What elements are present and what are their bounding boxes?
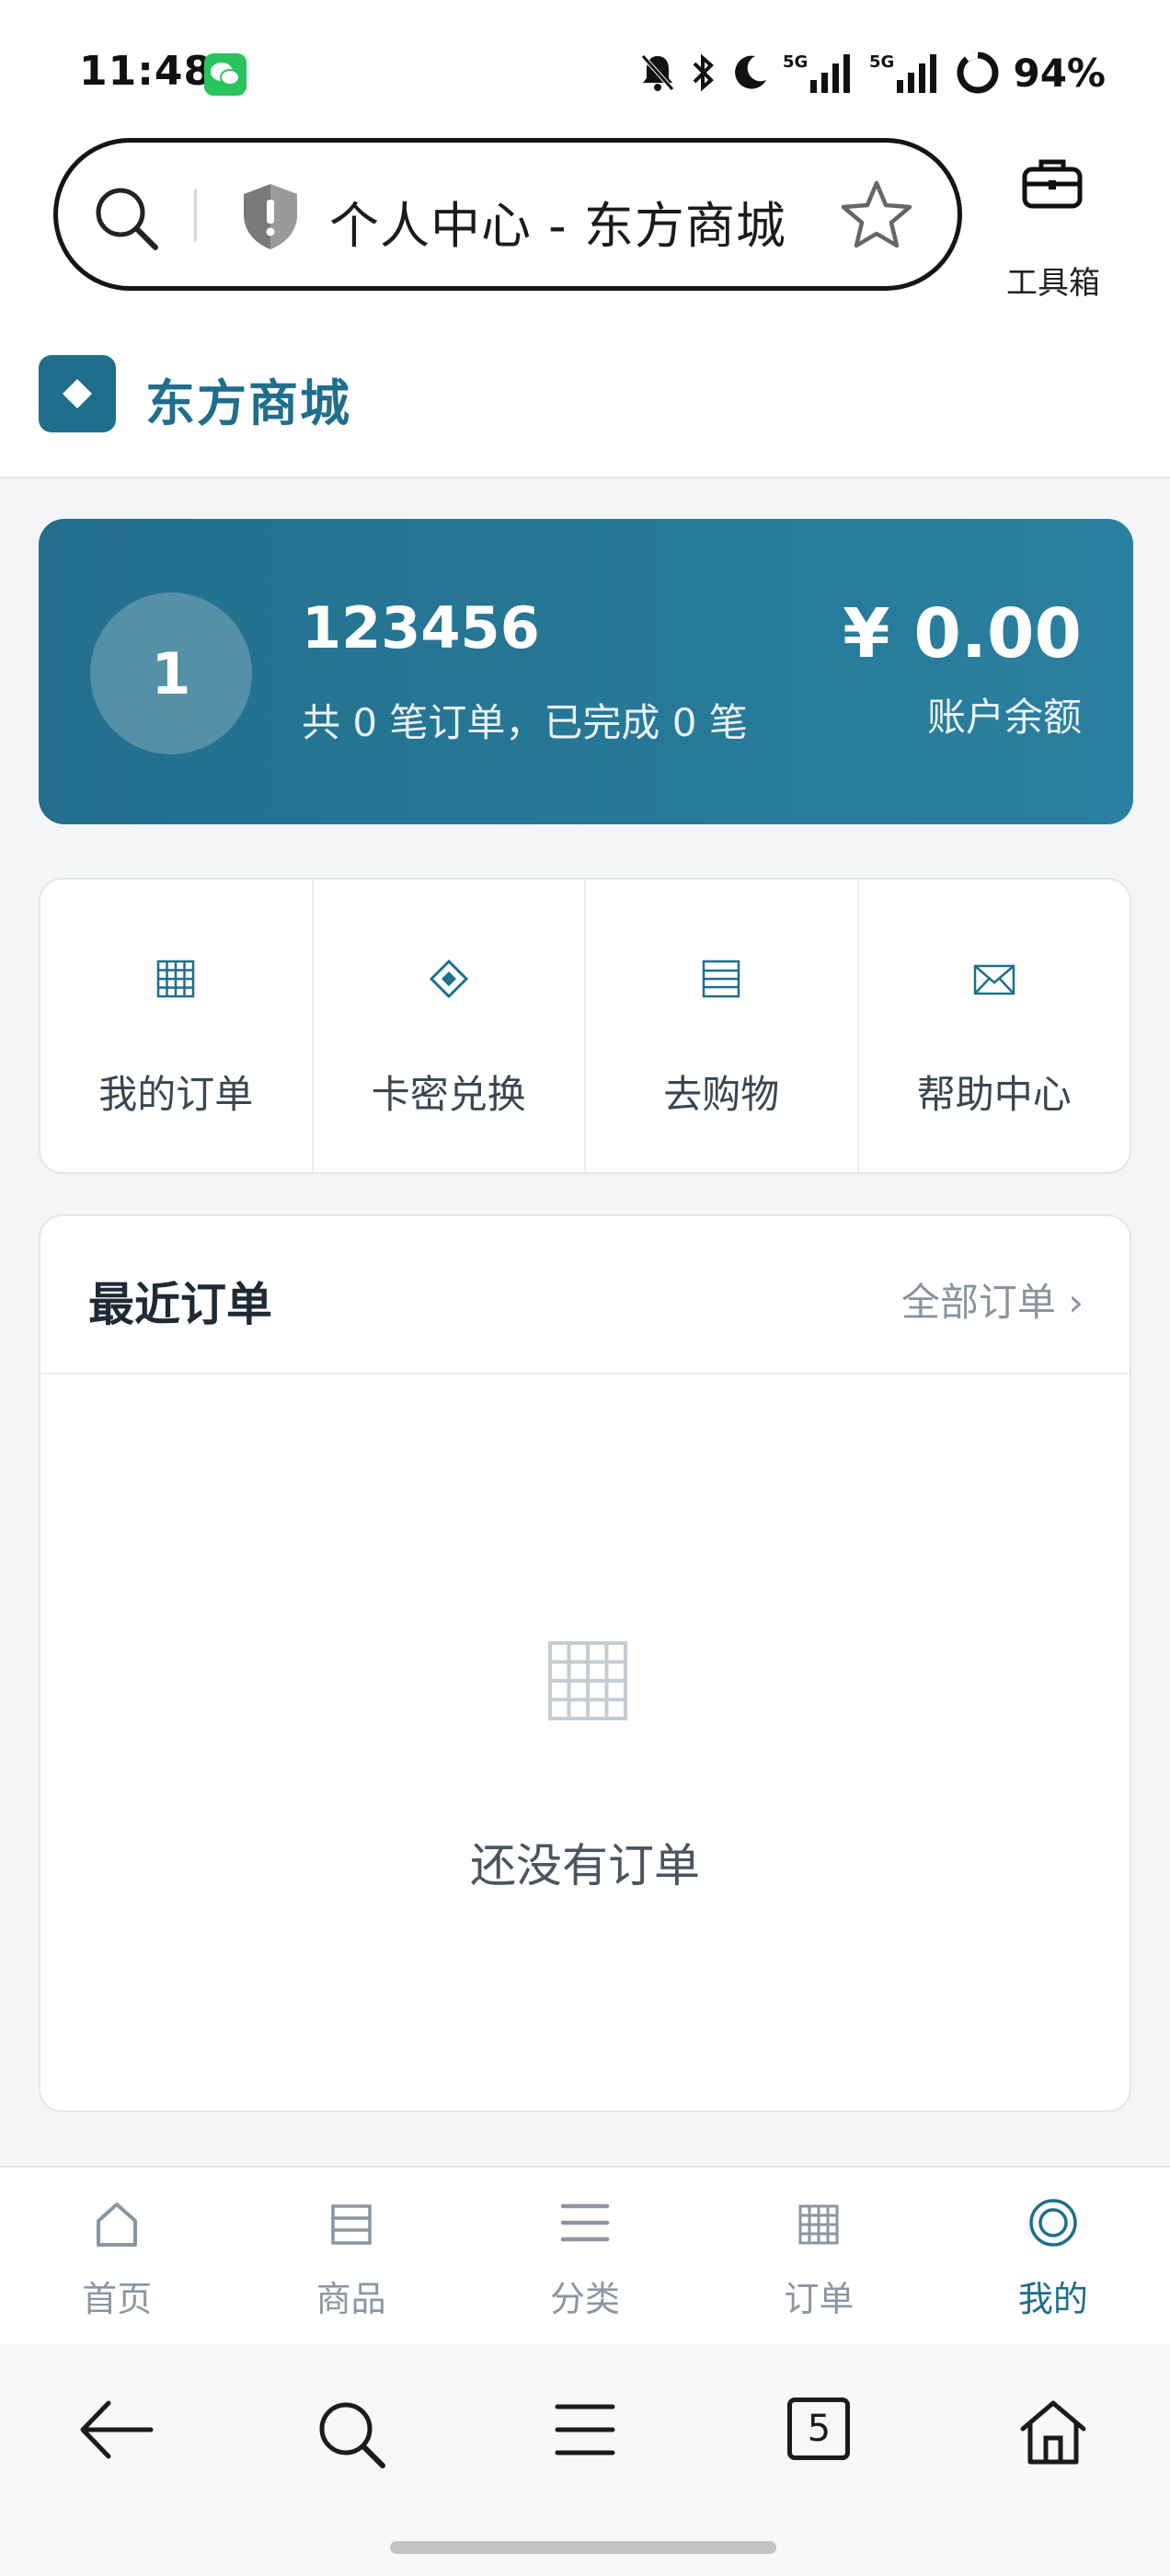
- empty-grid-icon: [546, 1639, 629, 1726]
- net-label-2: 5G: [869, 52, 894, 72]
- signal-5g-icon-2: 5G: [869, 51, 943, 95]
- list-icon: [328, 2199, 374, 2252]
- tab-orders[interactable]: 订单: [702, 2168, 935, 2344]
- grid-icon: [155, 959, 196, 1003]
- shield-warning-icon[interactable]: [238, 181, 303, 255]
- status-icons: 5G 5G 94%: [639, 48, 1106, 98]
- go-shopping-button[interactable]: 去购物: [586, 880, 859, 1172]
- battery-percent: 94%: [1013, 50, 1106, 96]
- recent-orders-panel: 最近订单 全部订单 › 还没有订单: [39, 1214, 1131, 2112]
- quick-actions: 我的订单 卡密兑换 去购物 帮助中心: [39, 878, 1131, 1174]
- tab-orders-label: 订单: [784, 2279, 855, 2319]
- address-divider: [194, 189, 197, 242]
- tab-categories-label: 分类: [550, 2279, 621, 2319]
- back-button[interactable]: [0, 2344, 234, 2576]
- help-center-label: 帮助中心: [916, 1072, 1072, 1117]
- tabs-count: 5: [787, 2398, 851, 2460]
- grid-icon: [796, 2199, 842, 2252]
- recent-orders-title: 最近订单: [88, 1278, 272, 1331]
- list-icon: [701, 959, 741, 1003]
- toolbox-label: 工具箱: [1006, 265, 1100, 302]
- status-time: 11:48: [79, 48, 213, 95]
- go-shopping-label: 去购物: [663, 1072, 780, 1117]
- bell-off-icon: [639, 52, 676, 93]
- net-label-1: 5G: [783, 52, 808, 72]
- recent-orders-header: 最近订单 全部订单 ›: [40, 1216, 1130, 1374]
- profile-icon: [1027, 2199, 1079, 2254]
- page-title: 个人中心 - 东方商城: [329, 197, 786, 255]
- search-icon[interactable]: [91, 183, 161, 257]
- home-icon: [93, 2199, 141, 2252]
- envelope-icon: [972, 959, 1016, 1003]
- status-bar: 11:48 5G 5G 94%: [0, 0, 1170, 138]
- moon-icon: [729, 52, 770, 93]
- wechat-icon: [204, 53, 247, 96]
- bottom-tabbar: 首页 商品 分类 订单 我的: [0, 2166, 1170, 2344]
- balance-amount: ¥ 0.00: [843, 594, 1082, 673]
- menu-icon: [555, 2404, 615, 2455]
- tab-home-label: 首页: [82, 2279, 153, 2319]
- user-name: 123456: [302, 594, 540, 661]
- site-name[interactable]: 东方商城: [145, 362, 351, 435]
- menu-icon: [559, 2199, 611, 2252]
- balance-label: 账户余额: [926, 695, 1082, 740]
- redeem-card-button[interactable]: 卡密兑换: [314, 880, 586, 1172]
- tab-products[interactable]: 商品: [234, 2168, 467, 2344]
- toolbox-button[interactable]: 工具箱: [993, 156, 1104, 302]
- empty-orders-text: 还没有订单: [470, 1839, 700, 1892]
- signal-5g-icon: 5G: [783, 51, 856, 95]
- site-header: 东方商城: [0, 322, 1170, 478]
- site-logo[interactable]: [39, 355, 116, 432]
- back-arrow-icon: [80, 2400, 154, 2459]
- diamond-icon: [429, 959, 469, 1003]
- star-icon[interactable]: [840, 178, 913, 255]
- home-indicator[interactable]: [390, 2541, 776, 2554]
- tab-categories[interactable]: 分类: [468, 2168, 702, 2344]
- redeem-card-label: 卡密兑换: [371, 1072, 526, 1117]
- address-bar[interactable]: 个人中心 - 东方商城: [53, 138, 962, 291]
- user-card: 1 123456 共 0 笔订单，已完成 0 笔 ¥ 0.00 账户余额: [39, 519, 1133, 824]
- help-center-button[interactable]: 帮助中心: [859, 880, 1130, 1172]
- battery-icon: [956, 51, 1000, 95]
- tab-profile[interactable]: 我的: [936, 2168, 1170, 2344]
- order-summary: 共 0 笔订单，已完成 0 笔: [302, 700, 748, 745]
- my-orders-button[interactable]: 我的订单: [40, 880, 314, 1172]
- bluetooth-icon: [689, 52, 717, 93]
- home-icon: [1020, 2400, 1086, 2465]
- tab-profile-label: 我的: [1017, 2279, 1088, 2319]
- diamond-logo-icon: [63, 379, 92, 408]
- toolbox-icon: [1021, 156, 1084, 213]
- tab-products-label: 商品: [315, 2279, 386, 2319]
- avatar[interactable]: 1: [90, 592, 252, 754]
- tab-home[interactable]: 首页: [0, 2168, 234, 2344]
- search-icon: [319, 2402, 385, 2468]
- all-orders-link[interactable]: 全部订单 ›: [901, 1271, 1084, 1328]
- browser-home-button[interactable]: [936, 2344, 1170, 2576]
- my-orders-label: 我的订单: [98, 1072, 254, 1117]
- page: 11:48 5G 5G 94% 个人中心 - 东方商城 工具箱 东方商城 1 1…: [0, 0, 1170, 2576]
- browser-bar: 个人中心 - 东方商城 工具箱: [0, 120, 1170, 322]
